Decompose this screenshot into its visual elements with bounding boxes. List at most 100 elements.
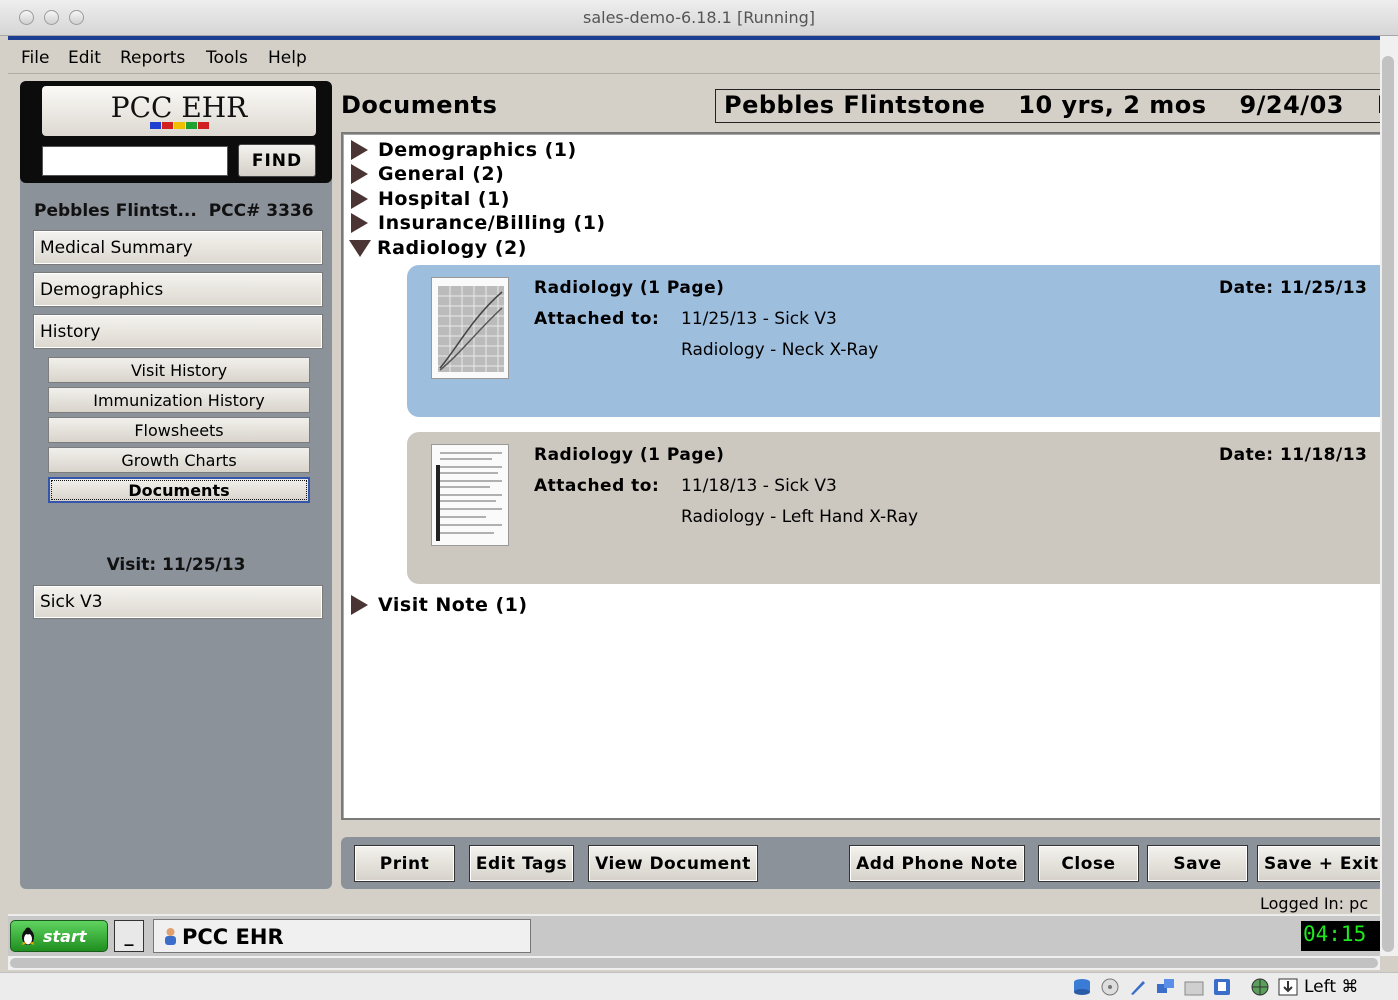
category-label: Insurance/Billing (1) xyxy=(378,212,606,234)
guest-taskbar: start _ PCC EHR 04:15 xyxy=(8,914,1380,956)
view-document-button[interactable]: View Document xyxy=(588,845,758,882)
penguin-icon xyxy=(22,927,34,945)
logo-color-bar-icon xyxy=(150,122,210,130)
start-button[interactable]: start xyxy=(10,920,108,952)
start-label: start xyxy=(43,926,87,946)
document-card[interactable]: Radiology (1 Page) Date: 11/25/13 Attach… xyxy=(407,265,1380,417)
expand-arrow-icon[interactable] xyxy=(351,140,368,160)
add-phone-note-button[interactable]: Add Phone Note xyxy=(849,845,1025,882)
attached-visit: 11/25/13 - Sick V3 xyxy=(681,309,837,329)
shared-folder-icon[interactable] xyxy=(1184,978,1204,996)
category-visit-note[interactable]: Visit Note (1) xyxy=(351,593,528,617)
window-accent-strip xyxy=(8,36,1380,40)
vertical-scrollbar[interactable] xyxy=(1380,36,1398,956)
category-insurance-billing[interactable]: Insurance/Billing (1) xyxy=(351,211,606,235)
minimize-all-button[interactable]: _ xyxy=(114,920,144,952)
action-button-bar: Print Edit Tags View Document Add Phone … xyxy=(341,837,1380,889)
menu-bar: File Edit Reports Tools Help xyxy=(8,42,1380,74)
globe-icon[interactable] xyxy=(1250,978,1270,996)
patient-short-name: Pebbles Flintst... xyxy=(34,201,197,221)
vertical-scroll-thumb[interactable] xyxy=(1382,56,1394,952)
window-title: sales-demo-6.18.1 [Running] xyxy=(582,8,815,27)
page-title: Documents xyxy=(341,91,498,119)
document-description: Radiology - Neck X-Ray xyxy=(681,340,879,360)
menu-file[interactable]: File xyxy=(21,48,49,68)
category-hospital[interactable]: Hospital (1) xyxy=(351,187,510,211)
attached-visit: 11/18/13 - Sick V3 xyxy=(681,476,837,496)
network-icon[interactable] xyxy=(1156,978,1176,996)
document-thumbnail[interactable] xyxy=(431,277,509,379)
visit-sick-v3-button[interactable]: Sick V3 xyxy=(33,585,323,619)
growth-charts-button[interactable]: Growth Charts xyxy=(48,447,310,473)
logged-in-status: Logged In: pc xyxy=(1260,894,1369,913)
expand-arrow-icon[interactable] xyxy=(351,213,368,233)
person-icon xyxy=(165,928,176,945)
patient-age: 10 yrs, 2 mos xyxy=(1018,91,1207,119)
history-button[interactable]: History xyxy=(33,314,323,349)
menu-reports[interactable]: Reports xyxy=(120,48,185,68)
host-key-label: Left ⌘ xyxy=(1304,977,1359,997)
optical-drive-icon[interactable] xyxy=(1100,978,1120,996)
document-card[interactable]: Radiology (1 Page) Date: 11/18/13 Attach… xyxy=(407,432,1380,584)
document-thumbnail[interactable] xyxy=(431,444,509,546)
menu-edit[interactable]: Edit xyxy=(68,48,101,68)
download-arrow-icon[interactable] xyxy=(1278,978,1298,996)
edit-tags-button[interactable]: Edit Tags xyxy=(469,845,574,882)
capture-icon[interactable] xyxy=(1212,978,1232,996)
expand-arrow-icon[interactable] xyxy=(351,595,368,615)
collapse-arrow-icon[interactable] xyxy=(349,239,371,257)
medical-summary-button[interactable]: Medical Summary xyxy=(33,230,323,265)
pcc-ehr-logo: PCC EHR xyxy=(42,86,316,136)
attached-to-label: Attached to: xyxy=(534,476,660,496)
menu-tools[interactable]: Tools xyxy=(206,48,248,68)
patient-dob: 9/24/03 xyxy=(1239,91,1344,119)
patient-header: Pebbles Flintst... PCC# 3336 xyxy=(34,201,314,221)
left-nav-panel: PCC EHR FIND Pebbles Flintst... PCC# 333… xyxy=(20,81,332,889)
find-patient-input[interactable] xyxy=(42,146,228,176)
category-label: Visit Note (1) xyxy=(378,594,528,616)
documents-button[interactable]: Documents xyxy=(48,477,310,503)
patient-full-name: Pebbles Flintstone xyxy=(724,91,986,119)
category-label: General (2) xyxy=(378,163,505,185)
host-status-bar: Left ⌘ xyxy=(0,972,1398,1000)
disk-icon[interactable] xyxy=(1072,978,1092,996)
find-button[interactable]: FIND xyxy=(238,144,316,177)
expand-arrow-icon[interactable] xyxy=(351,189,368,209)
close-button[interactable]: Close xyxy=(1038,845,1139,882)
usb-icon[interactable] xyxy=(1128,978,1148,996)
document-title: Radiology (1 Page) xyxy=(534,278,725,298)
print-button[interactable]: Print xyxy=(354,845,455,882)
logo-area: PCC EHR FIND xyxy=(20,81,332,183)
immunization-history-button[interactable]: Immunization History xyxy=(48,387,310,413)
document-description: Radiology - Left Hand X-Ray xyxy=(681,507,919,527)
category-demographics[interactable]: Demographics (1) xyxy=(351,138,577,162)
category-label: Demographics (1) xyxy=(378,139,577,161)
save-button[interactable]: Save xyxy=(1147,845,1248,882)
category-radiology[interactable]: Radiology (2) xyxy=(349,236,527,260)
category-label: Radiology (2) xyxy=(377,237,527,259)
visit-history-button[interactable]: Visit History xyxy=(48,357,310,383)
taskbar-item-pcc-ehr[interactable]: PCC EHR xyxy=(153,919,531,953)
demographics-button[interactable]: Demographics xyxy=(33,272,323,307)
visit-label: Visit: 11/25/13 xyxy=(106,555,246,575)
expand-arrow-icon[interactable] xyxy=(351,164,368,184)
document-title: Radiology (1 Page) xyxy=(534,445,725,465)
logo-text: PCC EHR xyxy=(110,91,248,124)
horizontal-scrollbar[interactable] xyxy=(8,956,1380,970)
flowsheets-button[interactable]: Flowsheets xyxy=(48,417,310,443)
category-general[interactable]: General (2) xyxy=(351,162,504,186)
horizontal-scroll-thumb[interactable] xyxy=(10,958,1378,968)
taskbar-item-label: PCC EHR xyxy=(182,925,284,949)
patient-pcc-number: PCC# 3336 xyxy=(208,201,314,221)
host-window-titlebar: sales-demo-6.18.1 [Running] xyxy=(0,0,1398,36)
document-date: Date: 11/25/13 xyxy=(1219,278,1368,298)
menu-help[interactable]: Help xyxy=(268,48,307,68)
taskbar-clock: 04:15 xyxy=(1301,921,1380,951)
documents-tree-panel: Demographics (1) General (2) Hospital (1… xyxy=(341,132,1380,820)
document-date: Date: 11/18/13 xyxy=(1219,445,1368,465)
category-label: Hospital (1) xyxy=(378,188,510,210)
save-exit-button[interactable]: Save + Exit xyxy=(1257,845,1380,882)
attached-to-label: Attached to: xyxy=(534,309,660,329)
patient-banner: Pebbles Flintstone 10 yrs, 2 mos 9/24/03… xyxy=(715,89,1380,123)
pcc-ehr-app: File Edit Reports Tools Help PCC EHR FIN… xyxy=(8,36,1380,914)
